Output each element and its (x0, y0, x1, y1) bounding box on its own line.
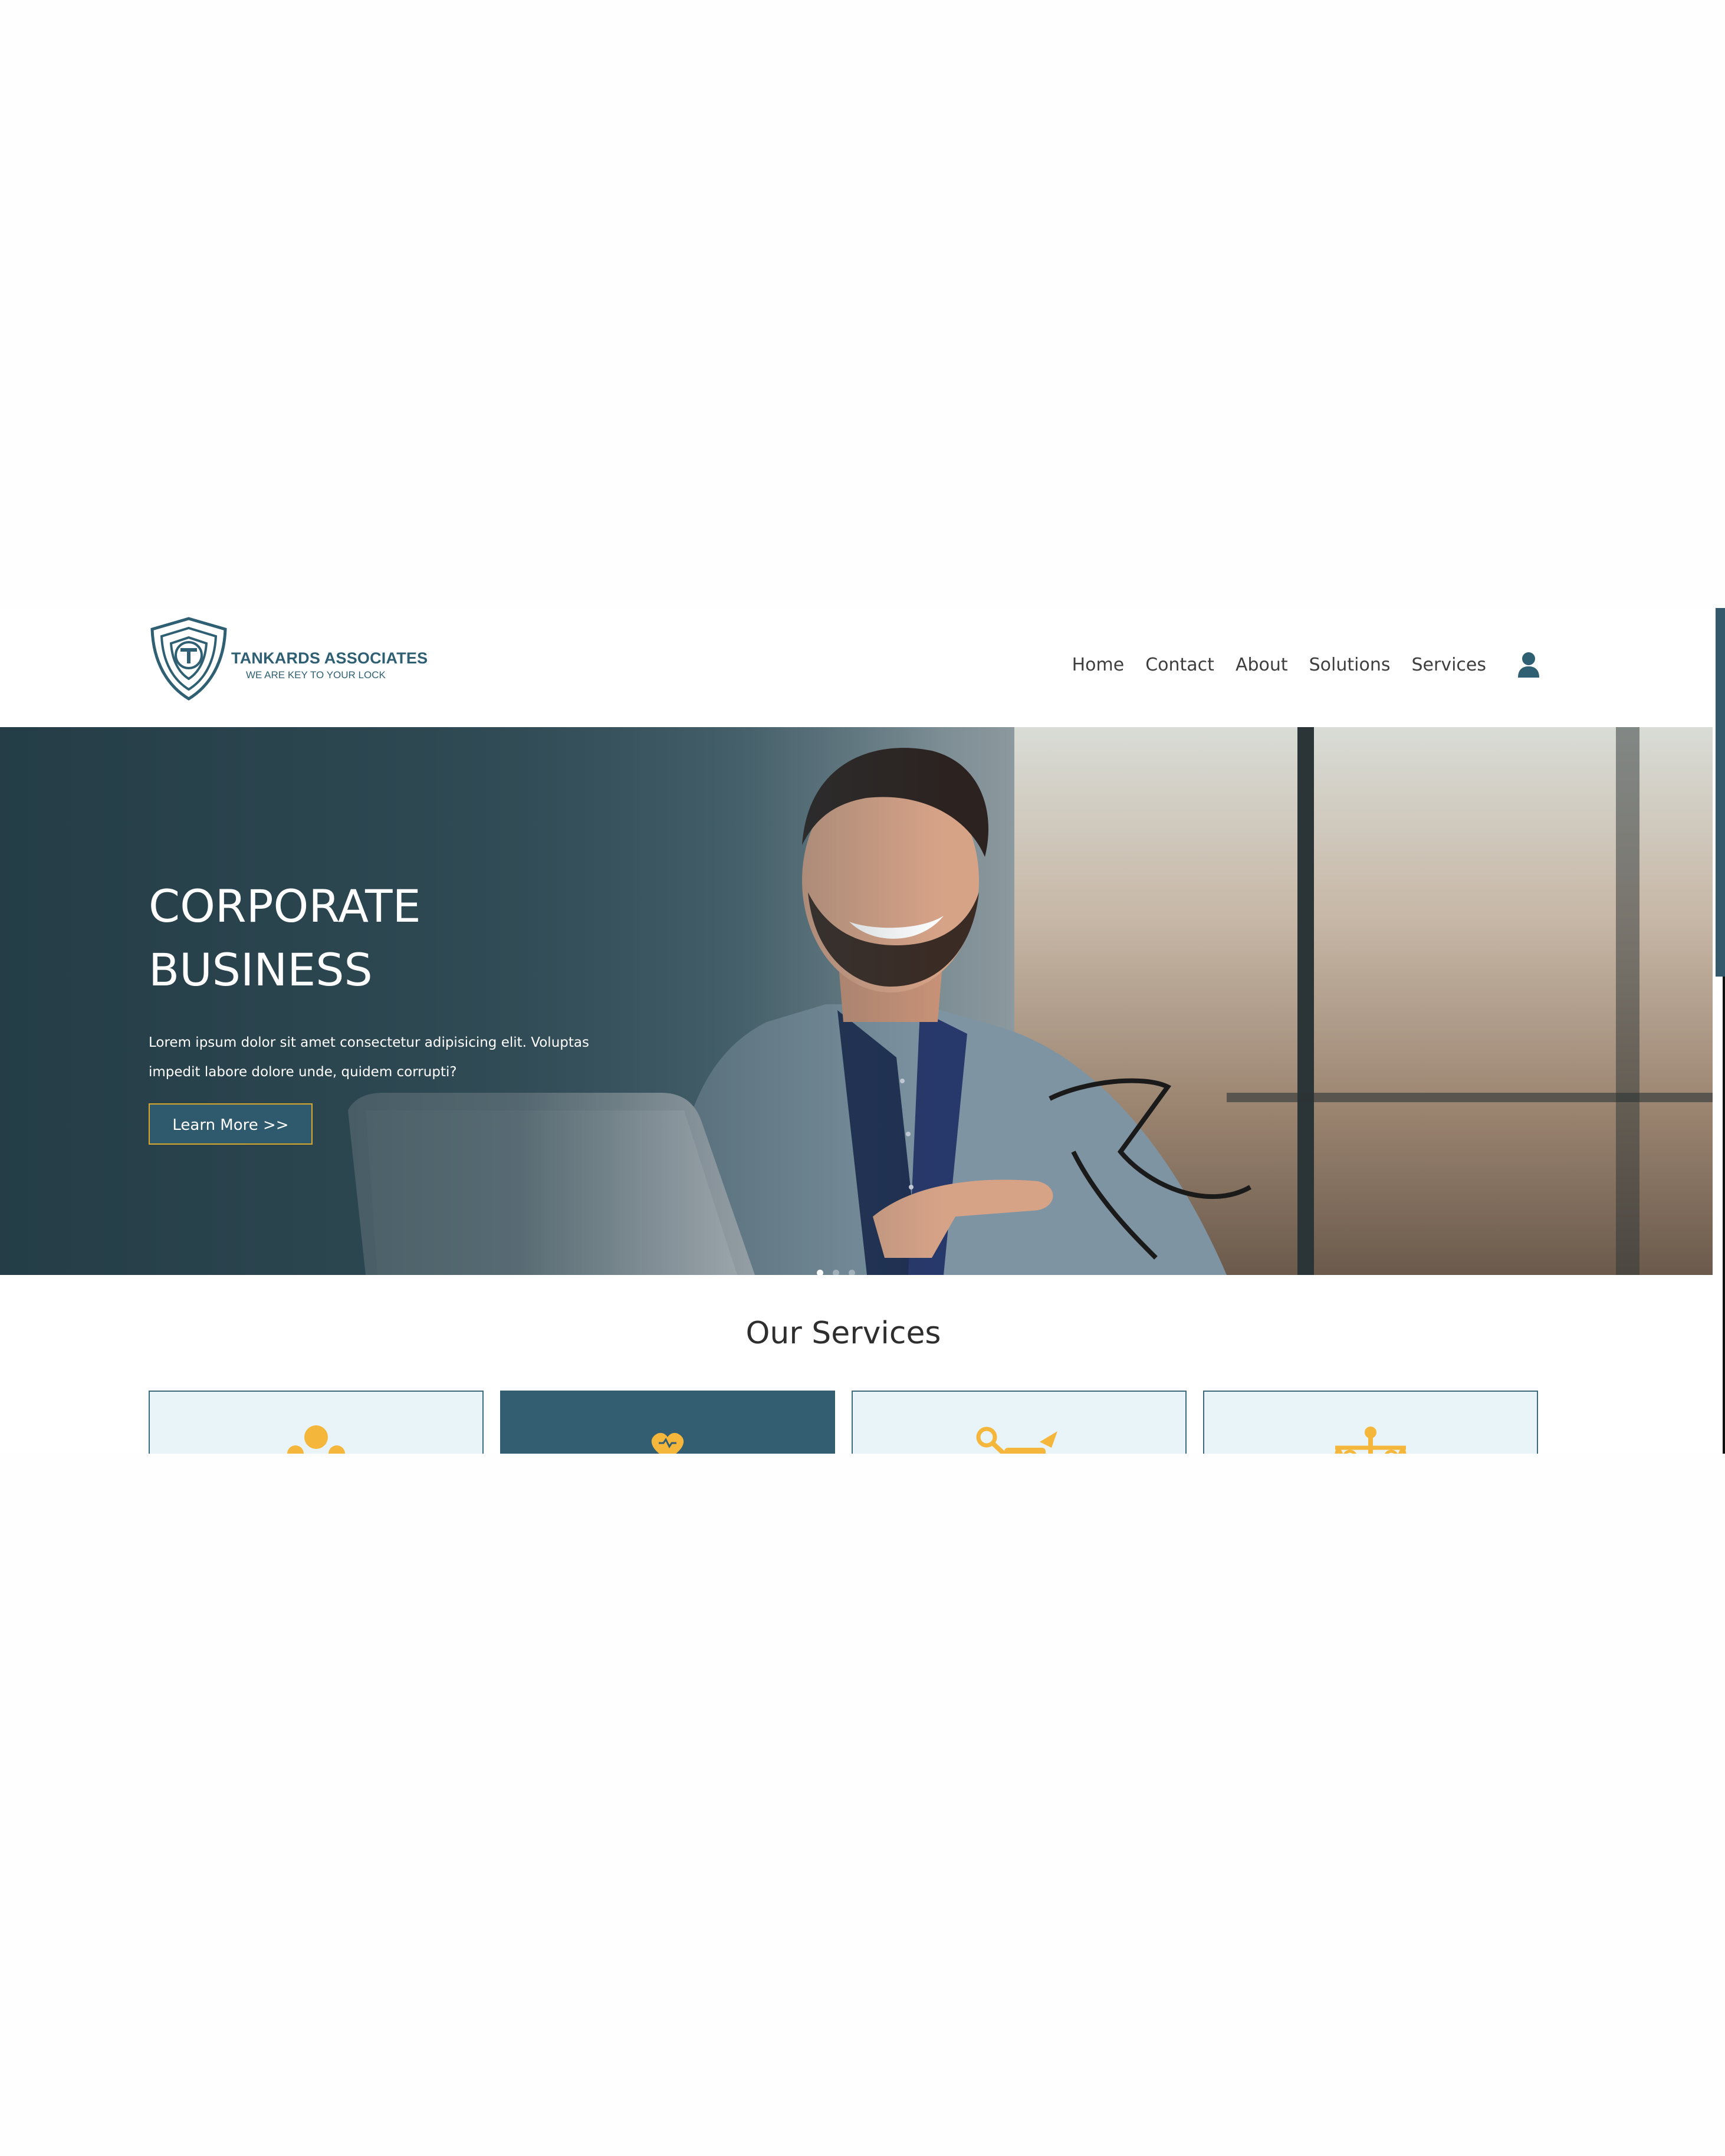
carousel-indicators (817, 1270, 855, 1275)
tools-icon (976, 1427, 1057, 1454)
team-icon (287, 1425, 345, 1454)
hero-banner: CORPORATE BUSINESS Lorem ipsum dolor sit… (0, 727, 1713, 1275)
people-scale-icon (1335, 1427, 1407, 1454)
hero-title-line1: CORPORATE (149, 880, 421, 932)
carousel-dot[interactable] (817, 1270, 823, 1275)
scrollbar-thumb[interactable] (1716, 608, 1725, 977)
carousel-dot[interactable] (833, 1270, 839, 1275)
logo-name: TANKARDS ASSOCIATES (231, 649, 428, 667)
logo-tagline: WE ARE KEY TO YOUR LOCK (246, 669, 386, 681)
nav-contact[interactable]: Contact (1145, 655, 1214, 675)
service-card[interactable] (149, 1391, 484, 1454)
user-icon[interactable] (1517, 652, 1540, 678)
nav-services[interactable]: Services (1411, 655, 1486, 675)
service-card[interactable] (500, 1391, 835, 1454)
services-cards (149, 1391, 1538, 1454)
site-header: TANKARDS ASSOCIATES WE ARE KEY TO YOUR L… (0, 608, 1713, 726)
service-card[interactable] (1203, 1391, 1538, 1454)
nav-about[interactable]: About (1236, 655, 1288, 675)
carousel-dot[interactable] (849, 1270, 855, 1275)
services-title: Our Services (745, 1316, 941, 1351)
heart-hands-icon (651, 1433, 684, 1454)
learn-more-button[interactable]: Learn More >> (149, 1103, 313, 1145)
shield-t-logo-icon (150, 617, 227, 701)
nav-solutions[interactable]: Solutions (1309, 655, 1391, 675)
main-nav: Home Contact About Solutions Services (1051, 652, 1540, 678)
hero-description: Lorem ipsum dolor sit amet consectetur a… (149, 1035, 589, 1080)
hero-title: CORPORATE BUSINESS (149, 875, 561, 1002)
hero-title-line2: BUSINESS (149, 944, 373, 996)
page-scrollbar[interactable] (1713, 608, 1725, 1454)
nav-home[interactable]: Home (1072, 655, 1125, 675)
service-card[interactable] (852, 1391, 1187, 1454)
page-frame: TANKARDS ASSOCIATES WE ARE KEY TO YOUR L… (0, 608, 1713, 1454)
logo[interactable]: TANKARDS ASSOCIATES WE ARE KEY TO YOUR L… (149, 616, 428, 704)
